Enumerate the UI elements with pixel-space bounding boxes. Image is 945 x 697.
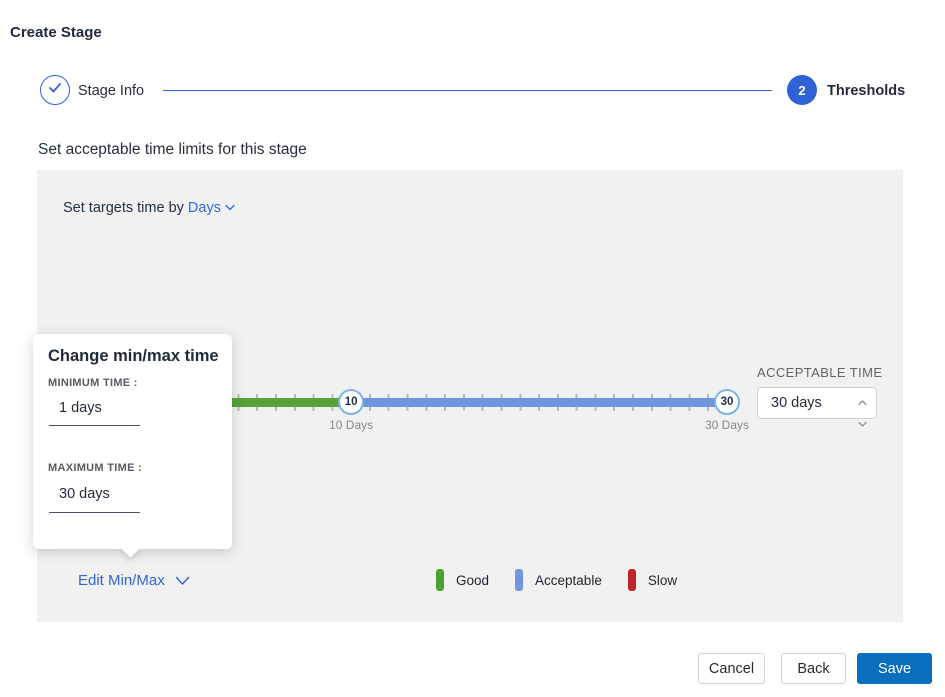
slider-handle-min[interactable]: 10 [338,389,364,415]
target-by-selected: Days [188,200,221,216]
save-button[interactable]: Save [857,653,932,684]
spinner-down-icon[interactable] [858,414,867,432]
slider-axis-label-min: 10 Days [311,418,391,432]
spinner-up-icon[interactable] [858,393,867,411]
legend-item-good: Good [436,569,489,591]
edit-minmax-label: Edit Min/Max [78,572,165,589]
minimum-time-input[interactable]: 1 days [59,400,102,416]
legend-swatch-acceptable [515,569,523,591]
target-by-row: Set targets time by Days [63,199,235,216]
maximum-time-underline [49,512,140,513]
section-title: Set acceptable time limits for this stag… [38,141,307,159]
slider-segment-acceptable[interactable] [351,398,727,407]
back-button[interactable]: Back [781,653,846,684]
acceptable-time-value: 30 days [771,395,822,411]
target-by-dropdown[interactable]: Days [188,200,235,216]
slider-handle-min-value: 10 [345,396,358,408]
acceptable-time-spinner[interactable] [858,393,867,432]
target-by-prefix: Set targets time by [63,200,184,216]
step-2-active-circle[interactable]: 2 [787,75,817,105]
legend-item-acceptable: Acceptable [515,569,602,591]
step-1-label: Stage Info [78,83,144,99]
minimum-time-label: MINIMUM TIME : [48,377,138,389]
legend-label-good: Good [456,573,489,588]
maximum-time-input[interactable]: 30 days [59,486,110,502]
step-2-label: Thresholds [827,83,905,99]
change-minmax-popover: Change min/max time MINIMUM TIME : 1 day… [33,334,232,549]
legend-label-acceptable: Acceptable [535,573,602,588]
stepper-connector-line [163,90,772,91]
chevron-down-icon [165,572,190,589]
maximum-time-label: MAXIMUM TIME : [48,462,142,474]
edit-minmax-link[interactable]: Edit Min/Max [78,572,190,589]
popover-title: Change min/max time [48,347,219,366]
slider-handle-max[interactable]: 30 [714,389,740,415]
cancel-button[interactable]: Cancel [698,653,765,684]
acceptable-time-label: ACCEPTABLE TIME [757,365,882,380]
create-stage-screen: Create Stage Stage Info 2 Thresholds Set… [0,0,945,697]
page-title: Create Stage [10,24,102,41]
slider-axis-label-max: 30 Days [687,418,767,432]
slider-handle-max-value: 30 [721,396,734,408]
legend-swatch-slow [628,569,636,591]
chevron-down-icon [225,199,235,215]
check-icon [48,81,62,99]
step-2-number: 2 [798,83,805,98]
step-1-completed-circle[interactable] [40,75,70,105]
minimum-time-underline [49,425,140,426]
legend-label-slow: Slow [648,573,677,588]
acceptable-time-input[interactable]: 30 days [757,387,877,419]
legend-item-slow: Slow [628,569,677,591]
legend-swatch-good [436,569,444,591]
slider-legend: Good Acceptable Slow [436,569,677,591]
